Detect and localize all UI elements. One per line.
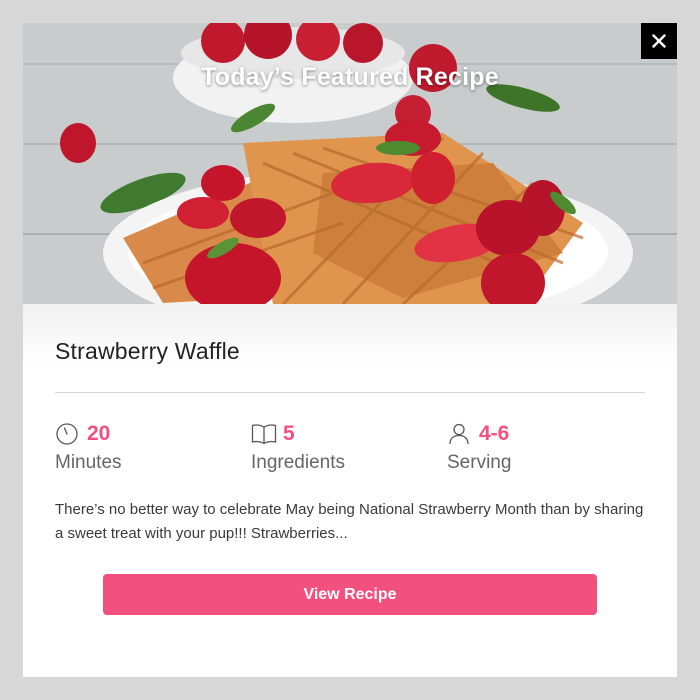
- serving-label: Serving: [447, 452, 512, 473]
- close-icon: [652, 34, 666, 48]
- time-value: 20: [87, 422, 111, 445]
- ingredients-value: 5: [283, 422, 295, 445]
- recipe-modal: Today’s Featured Recipe Strawberry Waffl…: [23, 23, 677, 677]
- stat-ingredients: 5 Ingredients: [251, 422, 447, 474]
- recipe-description: There’s no better way to celebrate May b…: [55, 501, 644, 542]
- stat-serving: 4-6 Serving: [447, 422, 643, 474]
- view-recipe-button[interactable]: View Recipe: [103, 574, 597, 615]
- time-label: Minutes: [55, 452, 122, 473]
- person-icon: [447, 422, 473, 446]
- book-icon: [251, 422, 277, 446]
- ingredients-label: Ingredients: [251, 452, 346, 473]
- recipe-title: Strawberry Waffle: [55, 338, 240, 364]
- stat-time: 20 Minutes: [55, 422, 251, 474]
- close-button[interactable]: [641, 23, 677, 59]
- recipe-details: Strawberry Waffle 20 Minutes 5 Ingredien…: [23, 304, 677, 615]
- divider: [55, 392, 645, 393]
- featured-title: Today’s Featured Recipe: [201, 63, 499, 91]
- hero-image: Today’s Featured Recipe: [23, 23, 677, 304]
- serving-value: 4-6: [479, 422, 510, 445]
- clock-icon: [55, 422, 81, 446]
- recipe-stats: 20 Minutes 5 Ingredients 4-6 Serving: [55, 422, 645, 474]
